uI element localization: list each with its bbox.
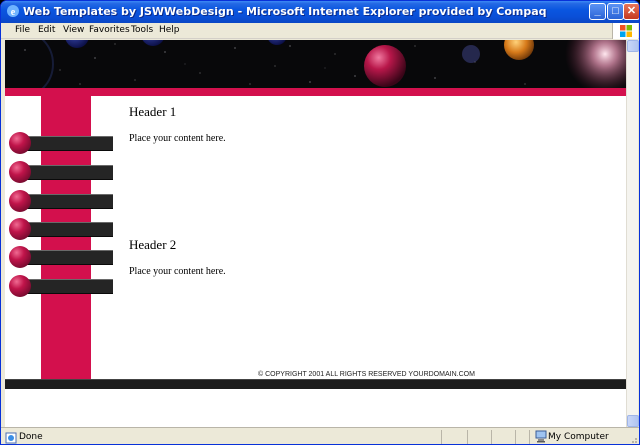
vertical-scrollbar[interactable] [626, 40, 639, 427]
scroll-down-button[interactable] [627, 415, 639, 427]
menu-favorites[interactable]: Favorites [89, 25, 130, 35]
minimize-button[interactable]: _ [589, 3, 606, 20]
banner-stripe [5, 88, 626, 96]
sphere-icon [9, 161, 31, 183]
status-divider [441, 430, 442, 444]
footer-bar [5, 379, 626, 389]
nav-button-3[interactable] [9, 190, 113, 212]
menu-help[interactable]: Help [159, 25, 180, 35]
window-title: Web Templates by JSWWebDesign - Microsof… [23, 5, 547, 18]
nav-button-bar [19, 194, 113, 209]
menu-file[interactable]: File [15, 25, 30, 35]
section-heading-2: Header 2 [129, 237, 177, 252]
nav-button-bar [19, 136, 113, 151]
close-button[interactable]: ✕ [623, 3, 639, 20]
menu-tools[interactable]: Tools [131, 25, 153, 35]
section-body-2: Place your content here. [129, 266, 226, 277]
copyright-text: © COPYRIGHT 2001 ALL RIGHTS RESERVED YOU… [258, 371, 475, 378]
nav-button-6[interactable] [9, 275, 113, 297]
sphere-icon [9, 190, 31, 212]
status-divider [529, 430, 530, 444]
sphere-icon [9, 246, 31, 268]
maximize-button[interactable]: □ [607, 3, 624, 20]
sphere-icon [9, 132, 31, 154]
windows-logo-icon [612, 23, 638, 39]
sphere-icon [9, 218, 31, 240]
section-heading-1: Header 1 [129, 104, 177, 119]
page-done-icon [5, 431, 17, 444]
menu-bar: File Edit View Favorites Tools Help [1, 23, 639, 39]
nav-button-4[interactable] [9, 218, 113, 240]
nav-button-bar [19, 250, 113, 265]
my-computer-icon [535, 430, 547, 443]
page-viewport[interactable]: Header 1 Place your content here. Header… [5, 40, 626, 427]
section-body-1: Place your content here. [129, 133, 226, 144]
nav-button-bar [19, 222, 113, 237]
ie-icon: e [6, 4, 20, 18]
nav-button-5[interactable] [9, 246, 113, 268]
menu-view[interactable]: View [63, 25, 84, 35]
nav-button-1[interactable] [9, 132, 113, 154]
svg-text:e: e [11, 7, 16, 18]
nav-button-bar [19, 165, 113, 180]
title-bar[interactable]: e Web Templates by JSWWebDesign - Micros… [1, 1, 639, 23]
status-divider [491, 430, 492, 444]
browser-window: e Web Templates by JSWWebDesign - Micros… [0, 0, 640, 445]
status-text: Done [19, 432, 43, 442]
sphere-icon [9, 275, 31, 297]
status-divider [467, 430, 468, 444]
status-bar: Done My Computer [1, 427, 639, 444]
nav-button-bar [19, 279, 113, 294]
banner-image [5, 40, 626, 88]
scroll-up-button[interactable] [627, 40, 639, 52]
security-zone-text: My Computer [548, 432, 609, 442]
nav-button-2[interactable] [9, 161, 113, 183]
resize-grip-icon[interactable] [628, 434, 638, 444]
status-divider [515, 430, 516, 444]
menu-edit[interactable]: Edit [38, 25, 55, 35]
